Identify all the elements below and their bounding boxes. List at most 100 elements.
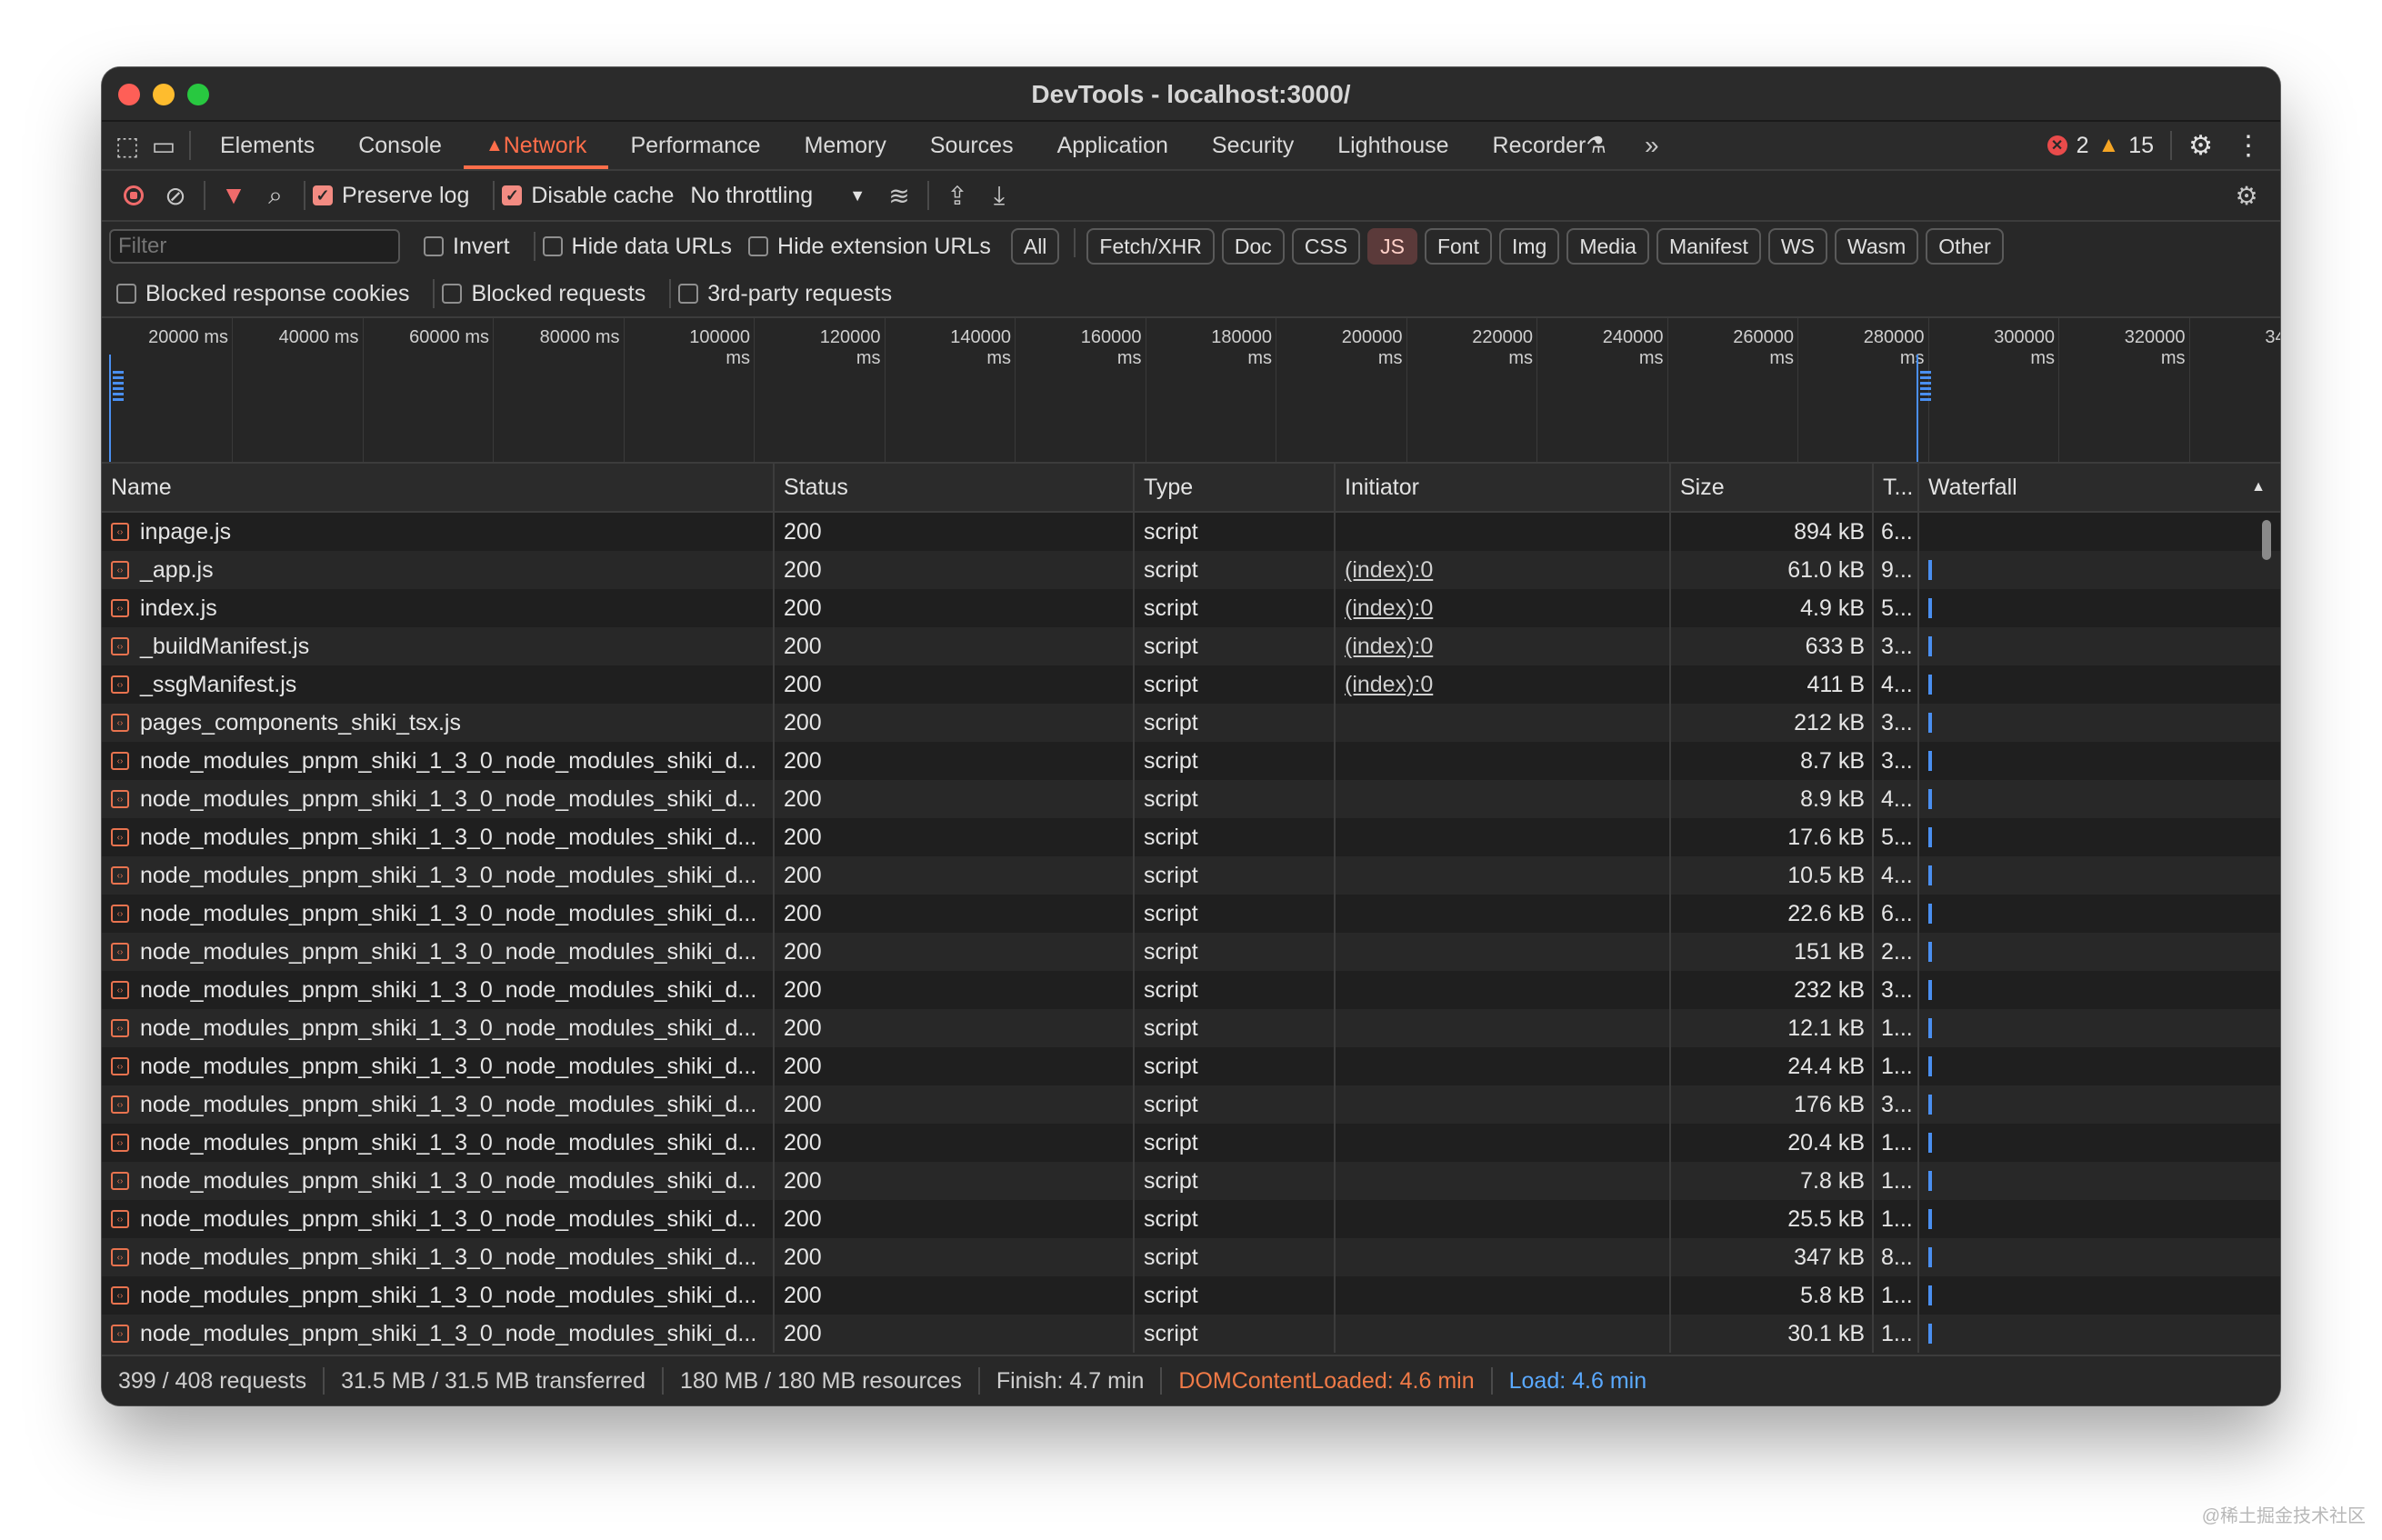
table-row[interactable]: ‹› node_modules_pnpm_shiki_1_3_0_node_mod… — [102, 856, 2280, 895]
scrollbar-thumb[interactable] — [2262, 520, 2271, 560]
invert-checkbox[interactable]: Invert — [424, 234, 510, 260]
filter-type-media[interactable]: Media — [1566, 228, 1649, 265]
filter-icon[interactable]: ▼ — [213, 175, 255, 216]
column-header-type[interactable]: Type — [1135, 464, 1336, 511]
cell-time-text: 1... — [1881, 1129, 1913, 1155]
tab-console[interactable]: Console — [336, 122, 464, 169]
device-toolbar-icon[interactable]: ▭ — [145, 127, 182, 164]
timeline-gridline — [362, 318, 364, 462]
filter-type-fetchxhr[interactable]: Fetch/XHR — [1086, 228, 1215, 265]
hide-extension-urls-checkbox[interactable]: Hide extension URLs — [748, 234, 991, 260]
filter-type-manifest[interactable]: Manifest — [1656, 228, 1761, 265]
table-row[interactable]: ‹› node_modules_pnpm_shiki_1_3_0_node_mod… — [102, 1200, 2280, 1238]
export-har-icon[interactable]: ⤓ — [978, 175, 1020, 216]
table-row[interactable]: ‹› node_modules_pnpm_shiki_1_3_0_node_mod… — [102, 933, 2280, 971]
table-row[interactable]: ‹› node_modules_pnpm_shiki_1_3_0_node_mod… — [102, 742, 2280, 780]
search-icon[interactable]: ⌕ — [255, 175, 296, 216]
table-row[interactable]: ‹› node_modules_pnpm_shiki_1_3_0_node_mod… — [102, 1047, 2280, 1085]
cell-waterfall — [1919, 971, 2280, 1009]
network-settings-gear-icon[interactable]: ⚙ — [2226, 175, 2267, 216]
warning-count[interactable]: 15 — [2128, 133, 2154, 159]
tab-network[interactable]: ▲ Network — [463, 122, 609, 169]
more-tabs-icon[interactable]: » — [1634, 127, 1670, 164]
cell-type-text: script — [1144, 785, 1198, 812]
table-row[interactable]: ‹› inpage.js 200 script 894 kB 6... — [102, 513, 2280, 551]
table-row[interactable]: ‹› node_modules_pnpm_shiki_1_3_0_node_mod… — [102, 895, 2280, 933]
column-header-name[interactable]: Name — [102, 464, 775, 511]
network-overview-timeline[interactable]: 20000 ms 40000 ms 60000 ms 80000 ms 100000 m… — [102, 318, 2280, 464]
cell-type-text: script — [1144, 595, 1198, 621]
table-row[interactable]: ‹› _ssgManifest.js 200 script (index):0 411 B… — [102, 665, 2280, 704]
timeline-gridline — [2058, 318, 2059, 462]
waterfall-bar — [1928, 751, 1932, 771]
third-party-checkbox[interactable]: 3rd-party requests — [678, 281, 892, 307]
table-row[interactable]: ‹› pages_components_shiki_tsx.js 200 script… — [102, 704, 2280, 742]
table-row[interactable]: ‹› node_modules_pnpm_shiki_1_3_0_node_mod… — [102, 818, 2280, 856]
tab-security[interactable]: Security — [1190, 122, 1316, 169]
column-header-size[interactable]: Size — [1671, 464, 1874, 511]
cell-initiator[interactable]: (index):0 — [1336, 589, 1671, 627]
hide-data-urls-checkbox[interactable]: Hide data URLs — [542, 234, 732, 260]
filter-type-other[interactable]: Other — [1926, 228, 2004, 265]
filter-type-wasm[interactable]: Wasm — [1834, 228, 1919, 265]
table-row[interactable]: ‹› _app.js 200 script (index):0 61.0 kB 9... — [102, 551, 2280, 589]
cell-initiator[interactable]: (index):0 — [1336, 627, 1671, 665]
throttling-select[interactable]: No throttling ▼ — [690, 183, 866, 209]
filter-type-img[interactable]: Img — [1498, 228, 1560, 265]
column-header-status[interactable]: Status — [775, 464, 1135, 511]
column-header-time[interactable]: T... — [1874, 464, 1919, 511]
table-row[interactable]: ‹› node_modules_pnpm_shiki_1_3_0_node_mod… — [102, 971, 2280, 1009]
filter-type-css[interactable]: CSS — [1291, 228, 1361, 265]
error-count[interactable]: 2 — [2077, 133, 2089, 159]
cell-initiator — [1336, 704, 1671, 742]
column-header-waterfall[interactable]: Waterfall ▲ — [1919, 464, 2280, 511]
import-har-icon[interactable]: ⇪ — [936, 175, 978, 216]
cell-name: ‹› node_modules_pnpm_shiki_1_3_0_node_mod… — [102, 818, 775, 856]
filter-input[interactable] — [109, 229, 400, 264]
script-file-icon: ‹› — [111, 752, 129, 770]
warning-icon[interactable]: ▲ — [2098, 133, 2120, 158]
filter-type-font[interactable]: Font — [1424, 228, 1492, 265]
table-row[interactable]: ‹› _buildManifest.js 200 script (index):0 633… — [102, 627, 2280, 665]
cell-size: 30.1 kB — [1671, 1315, 1874, 1353]
blocked-requests-checkbox[interactable]: Blocked requests — [442, 281, 646, 307]
finish-time: Finish: 4.7 min — [980, 1367, 1163, 1395]
cell-initiator[interactable]: (index):0 — [1336, 665, 1671, 704]
filter-type-js[interactable]: JS — [1367, 228, 1417, 265]
table-row[interactable]: ‹› node_modules_pnpm_shiki_1_3_0_node_mod… — [102, 1276, 2280, 1315]
error-icon[interactable]: ✕ — [2047, 135, 2067, 155]
tab-lighthouse[interactable]: Lighthouse — [1316, 122, 1470, 169]
stop-recording-icon[interactable] — [113, 175, 155, 216]
network-conditions-icon[interactable]: ≋ — [878, 175, 920, 216]
table-row[interactable]: ‹› node_modules_pnpm_shiki_1_3_0_node_mod… — [102, 1124, 2280, 1162]
column-header-initiator[interactable]: Initiator — [1336, 464, 1671, 511]
settings-gear-icon[interactable]: ⚙ — [2188, 130, 2213, 162]
clear-icon[interactable]: ⊘ — [155, 175, 196, 216]
tab-elements[interactable]: Elements — [198, 122, 336, 169]
blocked-cookies-checkbox[interactable]: Blocked response cookies — [116, 281, 409, 307]
table-row[interactable]: ‹› index.js 200 script (index):0 4.9 kB 5... — [102, 589, 2280, 627]
cell-time: 3... — [1874, 971, 1919, 1009]
table-row[interactable]: ‹› node_modules_pnpm_shiki_1_3_0_node_mod… — [102, 1315, 2280, 1353]
table-row[interactable]: ‹› node_modules_pnpm_shiki_1_3_0_node_mod… — [102, 780, 2280, 818]
disable-cache-checkbox[interactable]: ✓ Disable cache — [502, 183, 674, 209]
filter-type-all[interactable]: All — [1010, 228, 1060, 265]
cell-size-text: 5.8 kB — [1800, 1282, 1865, 1308]
preserve-log-checkbox[interactable]: ✓ Preserve log — [313, 183, 469, 209]
tab-performance[interactable]: Performance — [608, 122, 782, 169]
tab-application[interactable]: Application — [1036, 122, 1190, 169]
table-row[interactable]: ‹› node_modules_pnpm_shiki_1_3_0_node_mod… — [102, 1085, 2280, 1124]
cell-type-text: script — [1144, 1282, 1198, 1308]
table-row[interactable]: ‹› node_modules_pnpm_shiki_1_3_0_node_mod… — [102, 1009, 2280, 1047]
tab-sources[interactable]: Sources — [908, 122, 1036, 169]
table-row[interactable]: ‹› node_modules_pnpm_shiki_1_3_0_node_mod… — [102, 1162, 2280, 1200]
more-options-icon[interactable]: ⋮ — [2235, 130, 2262, 162]
tab-recorder[interactable]: Recorder ⚗ — [1471, 122, 1628, 169]
cell-initiator[interactable]: (index):0 — [1336, 551, 1671, 589]
script-file-icon: ‹› — [111, 1248, 129, 1266]
table-row[interactable]: ‹› node_modules_pnpm_shiki_1_3_0_node_mod… — [102, 1238, 2280, 1276]
tab-memory[interactable]: Memory — [783, 122, 908, 169]
inspect-element-icon[interactable]: ⬚ — [109, 127, 145, 164]
filter-type-ws[interactable]: WS — [1767, 228, 1827, 265]
filter-type-doc[interactable]: Doc — [1221, 228, 1285, 265]
